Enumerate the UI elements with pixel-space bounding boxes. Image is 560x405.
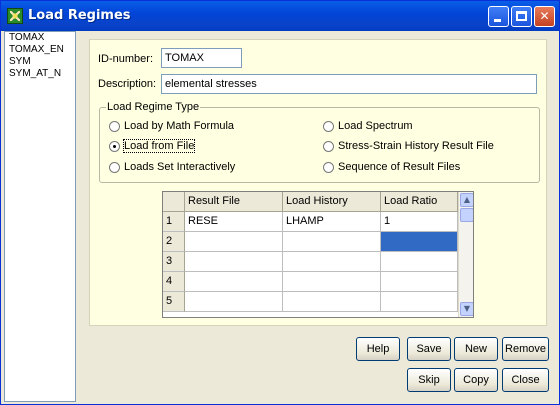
close-button[interactable]: Close xyxy=(502,368,549,392)
scroll-thumb[interactable] xyxy=(460,208,473,222)
table-cell[interactable]: RESE xyxy=(185,212,283,232)
list-item[interactable]: TOMAX xyxy=(5,32,75,44)
table-cell[interactable] xyxy=(283,292,381,312)
scroll-down-arrow-icon[interactable]: ▼ xyxy=(460,302,473,316)
radio-label: Load from File xyxy=(122,139,196,153)
radio-label: Sequence of Result Files xyxy=(338,161,461,173)
skip-button[interactable]: Skip xyxy=(407,368,451,392)
close-icon: ✕ xyxy=(539,9,550,23)
radio-selected-icon xyxy=(109,141,120,152)
row-header[interactable]: 2 xyxy=(163,232,185,252)
result-files-table[interactable]: Result File Load History Load Ratio 1 RE… xyxy=(162,191,474,318)
row-header[interactable]: 3 xyxy=(163,252,185,272)
table-cell[interactable] xyxy=(185,272,283,292)
regime-list[interactable]: TOMAX TOMAX_EN SYM SYM_AT_N xyxy=(4,31,76,402)
maximize-icon xyxy=(516,11,527,21)
table-cell[interactable] xyxy=(381,272,458,292)
radio-label: Load Spectrum xyxy=(338,120,413,132)
minimize-button[interactable] xyxy=(488,6,509,27)
row-header[interactable]: 4 xyxy=(163,272,185,292)
radio-label: Loads Set Interactively xyxy=(124,161,236,173)
radio-icon xyxy=(109,121,120,132)
description-field[interactable]: elemental stresses xyxy=(161,74,537,94)
title-bar[interactable]: Load Regimes ✕ xyxy=(1,1,559,31)
remove-button[interactable]: Remove xyxy=(502,337,549,361)
radio-label: Load by Math Formula xyxy=(124,120,235,132)
selected-table-cell[interactable] xyxy=(381,232,458,252)
table-cell[interactable] xyxy=(283,252,381,272)
list-item[interactable]: TOMAX_EN xyxy=(5,44,75,56)
radio-icon xyxy=(323,141,334,152)
app-icon xyxy=(7,8,23,24)
minimize-icon xyxy=(494,19,501,22)
table-corner xyxy=(163,192,185,212)
radio-icon xyxy=(109,162,120,173)
close-window-button[interactable]: ✕ xyxy=(534,6,555,27)
table-cell[interactable] xyxy=(185,292,283,312)
maximize-button[interactable] xyxy=(511,6,532,27)
new-button[interactable]: New xyxy=(454,337,498,361)
table-cell[interactable] xyxy=(283,232,381,252)
load-regime-type-title: Load Regime Type xyxy=(106,101,201,113)
table-cell[interactable]: 1 xyxy=(381,212,458,232)
row-header[interactable]: 1 xyxy=(163,212,185,232)
list-item[interactable]: SYM xyxy=(5,56,75,68)
table-cell[interactable] xyxy=(185,232,283,252)
table-cell[interactable] xyxy=(283,272,381,292)
table-cell[interactable] xyxy=(381,252,458,272)
column-header-load-history[interactable]: Load History xyxy=(283,192,381,212)
help-button[interactable]: Help xyxy=(356,337,400,361)
column-header-result-file[interactable]: Result File xyxy=(185,192,283,212)
description-label: Description: xyxy=(98,78,157,90)
scroll-up-arrow-icon[interactable]: ▲ xyxy=(460,193,473,207)
list-item[interactable]: SYM_AT_N xyxy=(5,68,75,80)
radio-label: Stress-Strain History Result File xyxy=(338,140,494,152)
copy-button[interactable]: Copy xyxy=(454,368,498,392)
save-button[interactable]: Save xyxy=(407,337,451,361)
window-title: Load Regimes xyxy=(28,8,131,23)
radio-icon xyxy=(323,121,334,132)
table-cell[interactable]: LHAMP xyxy=(283,212,381,232)
row-header[interactable]: 5 xyxy=(163,292,185,312)
table-cell[interactable] xyxy=(381,292,458,312)
column-header-load-ratio[interactable]: Load Ratio xyxy=(381,192,458,212)
table-cell[interactable] xyxy=(185,252,283,272)
table-scrollbar[interactable]: ▲ ▼ xyxy=(458,192,473,317)
radio-icon xyxy=(323,162,334,173)
id-number-label: ID-number: xyxy=(98,53,154,65)
load-regimes-window: Load Regimes ✕ TOMAX TOMAX_EN SYM SYM_AT… xyxy=(0,0,560,405)
id-number-field[interactable]: TOMAX xyxy=(161,48,242,68)
